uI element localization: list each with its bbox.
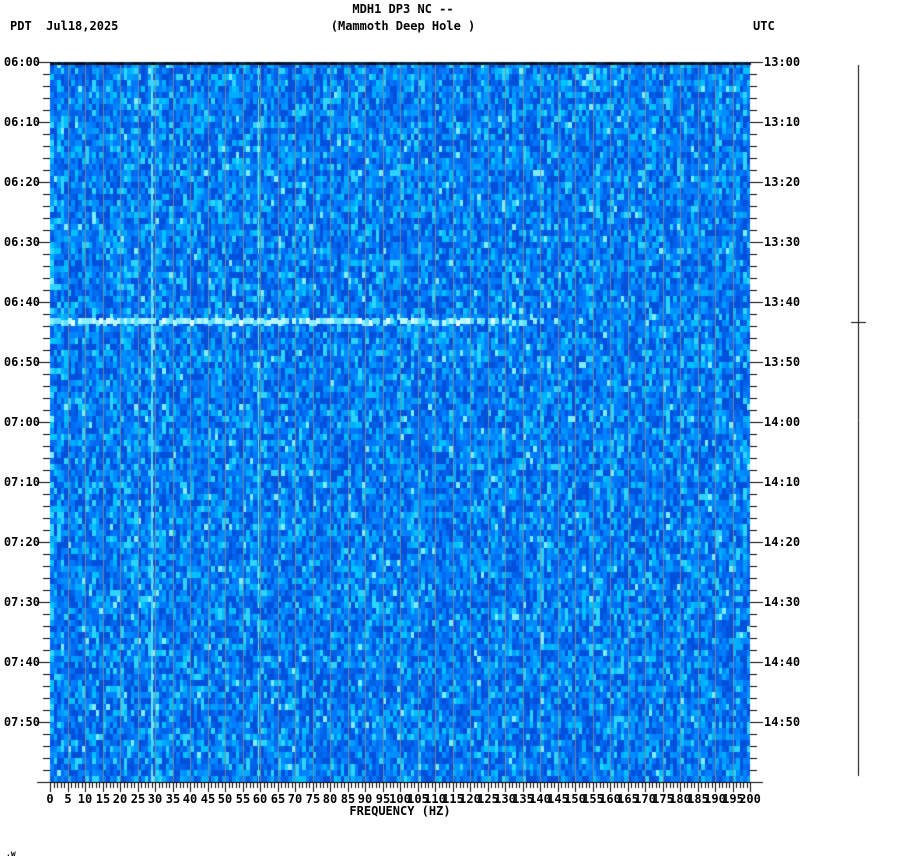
freq-tick-label: 60 xyxy=(252,792,268,806)
freq-tick-label: 55 xyxy=(235,792,251,806)
freq-tick-label: 35 xyxy=(165,792,181,806)
time-label-left: 06:00 xyxy=(3,55,40,69)
freq-tick-label: 75 xyxy=(305,792,321,806)
time-label-left: 07:00 xyxy=(3,415,40,429)
time-label-left: 07:50 xyxy=(3,715,40,729)
time-label-right: 14:00 xyxy=(764,415,801,429)
time-label-left: 07:40 xyxy=(3,655,40,669)
time-label-right: 14:20 xyxy=(764,535,801,549)
time-label-left: 06:40 xyxy=(3,295,40,309)
freq-tick-label: 15 xyxy=(95,792,111,806)
time-label-right: 14:30 xyxy=(764,595,801,609)
time-label-right: 14:40 xyxy=(764,655,801,669)
time-label-right: 14:50 xyxy=(764,715,801,729)
time-label-left: 07:30 xyxy=(3,595,40,609)
freq-tick-label: 200 xyxy=(739,792,761,806)
freq-tick-label: 80 xyxy=(322,792,338,806)
time-label-left: 07:20 xyxy=(3,535,40,549)
freq-tick-label: 10 xyxy=(77,792,93,806)
time-label-left: 06:30 xyxy=(3,235,40,249)
spectrogram-page: PDT Jul18,2025 MDH1 DP3 NC -- (Mammoth D… xyxy=(0,0,902,864)
x-axis-title: FREQUENCY (HZ) xyxy=(349,804,451,818)
freq-tick-label: 70 xyxy=(287,792,303,806)
freq-tick-label: 40 xyxy=(182,792,198,806)
time-label-left: 06:10 xyxy=(3,115,40,129)
time-label-left: 06:50 xyxy=(3,355,40,369)
time-label-left: 07:10 xyxy=(3,475,40,489)
freq-tick-label: 0 xyxy=(46,792,54,806)
corner-footnote: .w xyxy=(6,849,16,858)
time-label-right: 13:40 xyxy=(764,295,801,309)
freq-tick-label: 25 xyxy=(130,792,146,806)
time-label-right: 13:10 xyxy=(764,115,801,129)
time-label-right: 13:00 xyxy=(764,55,801,69)
page-subtitle: (Mammoth Deep Hole ) xyxy=(330,19,476,33)
freq-tick-label: 20 xyxy=(112,792,128,806)
freq-tick-label: 45 xyxy=(200,792,216,806)
time-label-left: 06:20 xyxy=(3,175,40,189)
right-timezone-label: UTC xyxy=(753,19,775,33)
time-label-right: 13:20 xyxy=(764,175,801,189)
page-title: MDH1 DP3 NC -- xyxy=(352,2,454,16)
freq-tick-label: 65 xyxy=(270,792,286,806)
freq-tick-label: 50 xyxy=(217,792,233,806)
time-label-right: 14:10 xyxy=(764,475,801,489)
time-label-right: 13:30 xyxy=(764,235,801,249)
freq-tick-label: 5 xyxy=(64,792,72,806)
spectrogram-plot-canvas xyxy=(0,0,902,864)
time-label-right: 13:50 xyxy=(764,355,801,369)
freq-tick-label: 30 xyxy=(147,792,163,806)
